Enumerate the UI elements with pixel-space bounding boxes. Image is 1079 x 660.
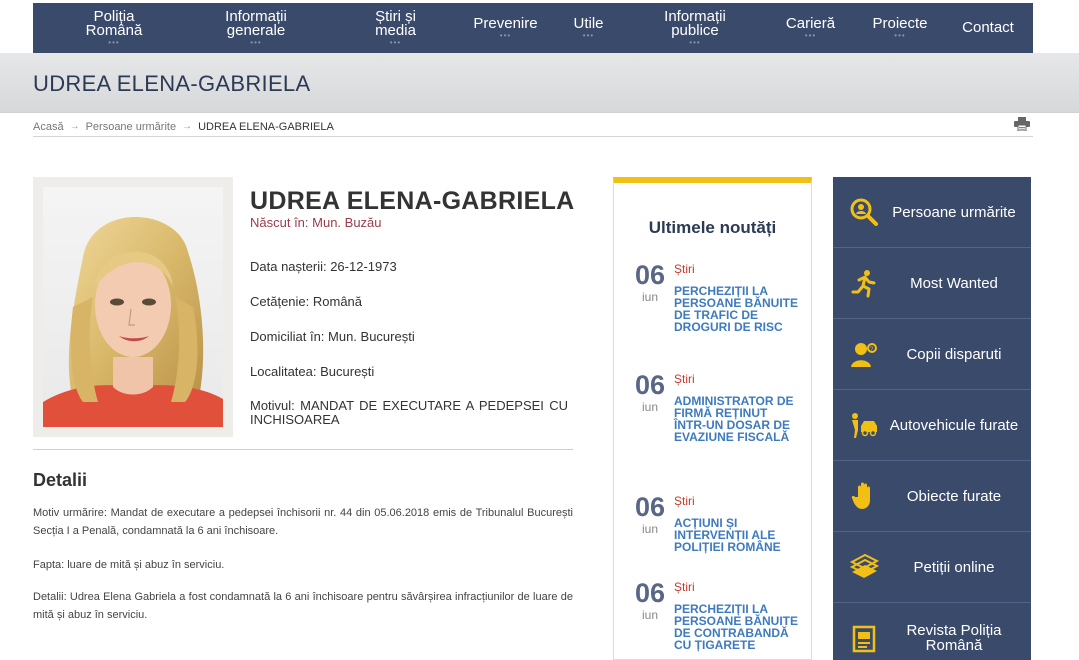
details-paragraph-deed: Fapta: luare de mită și abuz în serviciu… (33, 559, 225, 571)
nav-cariera[interactable]: Carieră ••• (778, 3, 843, 53)
side-item-obiecte-furate[interactable]: Obiecte furate (833, 461, 1031, 532)
nav-dots: ••• (250, 38, 262, 47)
nav-label: Poliția Română (85, 8, 143, 39)
page-banner: UDREA ELENA-GABRIELA (0, 53, 1079, 113)
nav-informatii-generale[interactable]: Informații generale ••• (216, 3, 296, 53)
nav-politia-romana[interactable]: Poliția Română ••• (79, 3, 149, 53)
side-item-most-wanted[interactable]: Most Wanted (833, 248, 1031, 319)
news-title-link[interactable]: PERCHEZIȚII LA PERSOANE BĂNUITE DE CONTR… (674, 603, 799, 651)
breadcrumb-separator: → (69, 121, 80, 132)
nav-informatii-publice[interactable]: Informații publice ••• (655, 3, 735, 53)
details-heading: Detalii (33, 470, 88, 490)
breadcrumb-current: UDREA ELENA-GABRIELA (198, 120, 334, 133)
side-item-label: Revista Poliția Română (906, 622, 1002, 654)
magazine-icon (852, 625, 876, 653)
page-title: UDREA ELENA-GABRIELA (33, 71, 311, 96)
nav-dots: ••• (894, 31, 906, 40)
news-day: 06 (634, 260, 666, 290)
nav-label: Contact (962, 19, 1014, 36)
nav-proiecte[interactable]: Proiecte ••• (865, 3, 935, 53)
details-paragraph-reason: Motiv urmărire: Mandat de executare a pe… (33, 507, 573, 537)
nav-dots: ••• (499, 31, 512, 40)
side-item-label: Persoane urmărite (892, 203, 1016, 221)
side-menu: Persoane urmărite Most Wanted ? Copii di… (833, 177, 1031, 660)
person-reason: Motivul: MANDAT DE EXECUTARE A PEDEPSEI … (250, 398, 568, 427)
nav-dots: ••• (582, 31, 595, 40)
breadcrumb-home[interactable]: Acasă (33, 121, 64, 133)
nav-label: Știri și media (375, 8, 416, 39)
person-locality: Localitatea: București (250, 364, 375, 379)
side-item-persoane-urmarite[interactable]: Persoane urmărite (833, 177, 1031, 248)
person-citizenship: Cetățenie: Română (250, 294, 363, 309)
nav-utile[interactable]: Utile ••• (566, 3, 611, 53)
nav-label: Informații publice (664, 8, 726, 39)
car-thief-icon (852, 413, 877, 438)
side-item-autovehicule-furate[interactable]: Autovehicule furate (833, 390, 1031, 461)
news-category[interactable]: Știri (674, 580, 695, 594)
news-month: iun (641, 522, 658, 536)
side-item-petitii-online[interactable]: Petiții online (833, 532, 1031, 603)
person-birth-date: Data nașterii: 26-12-1973 (250, 259, 397, 274)
side-item-label: Most Wanted (910, 274, 998, 292)
nav-dots: ••• (108, 38, 120, 47)
news-title-link[interactable]: ADMINISTRATOR DE FIRMĂ REȚINUT ÎNTR-UN D… (674, 395, 799, 443)
print-icon[interactable] (1014, 117, 1030, 131)
person-photo (43, 187, 223, 427)
nav-dots: ••• (689, 38, 701, 47)
nav-label: Prevenire (473, 15, 538, 32)
news-category[interactable]: Știri (674, 494, 695, 508)
latest-news-title: Ultimele noutăți (648, 218, 777, 237)
news-month: iun (641, 608, 658, 622)
person-domicile: Domiciliat în: Mun. București (250, 329, 415, 344)
nav-label: Proiecte (872, 15, 928, 32)
news-day: 06 (634, 370, 666, 400)
nav-label: Carieră (785, 15, 836, 32)
running-person-icon (851, 270, 876, 298)
nav-dots: ••• (389, 38, 402, 47)
details-paragraph-details: Detalii: Udrea Elena Gabriela a fost con… (33, 591, 573, 621)
news-title-link[interactable]: ACȚIUNI ȘI INTERVENȚII ALE POLIȚIEI ROMÂ… (674, 517, 799, 553)
side-item-label: Obiecte furate (906, 487, 1002, 505)
nav-dots: ••• (804, 31, 817, 40)
person-name: UDREA ELENA-GABRIELA (250, 187, 575, 215)
news-day: 06 (634, 578, 666, 608)
side-item-label: Petiții online (913, 558, 995, 576)
person-photo-frame (33, 177, 233, 437)
main-navigation: Poliția Română ••• Informații generale •••… (33, 3, 1033, 53)
breadcrumb-separator: → (182, 121, 193, 132)
latest-news-panel: Ultimele noutăți 06 iun Știri PERCHEZIȚI… (613, 177, 812, 660)
child-icon: ? (851, 343, 877, 367)
divider (33, 449, 573, 450)
documents-icon (849, 553, 879, 578)
news-month: iun (641, 290, 658, 304)
news-category[interactable]: Știri (674, 372, 695, 386)
side-item-label: Autovehicule furate (889, 416, 1019, 434)
search-person-icon (850, 198, 878, 226)
nav-label: Informații generale (225, 8, 287, 39)
news-category[interactable]: Știri (674, 262, 695, 276)
breadcrumb: Acasă → Persoane urmărite → UDREA ELENA-… (33, 117, 1033, 137)
news-month: iun (641, 400, 658, 414)
hand-icon (851, 482, 870, 509)
news-title-link[interactable]: PERCHEZIȚII LA PERSOANE BĂNUITE DE TRAFI… (674, 285, 799, 333)
news-day: 06 (634, 492, 666, 522)
nav-stiri-media[interactable]: Știri și media ••• (363, 3, 428, 53)
nav-label: Utile (573, 15, 604, 32)
nav-prevenire[interactable]: Prevenire ••• (468, 3, 543, 53)
side-item-revista-politia-romana[interactable]: Revista Poliția Română (833, 603, 1031, 660)
nav-contact[interactable]: Contact (958, 3, 1018, 53)
side-item-label: Copii disparuti (906, 345, 1002, 363)
person-birthplace: Născut în: Mun. Buzău (250, 215, 382, 230)
side-item-copii-disparuti[interactable]: ? Copii disparuti (833, 319, 1031, 390)
breadcrumb-section[interactable]: Persoane urmărite (86, 121, 177, 133)
